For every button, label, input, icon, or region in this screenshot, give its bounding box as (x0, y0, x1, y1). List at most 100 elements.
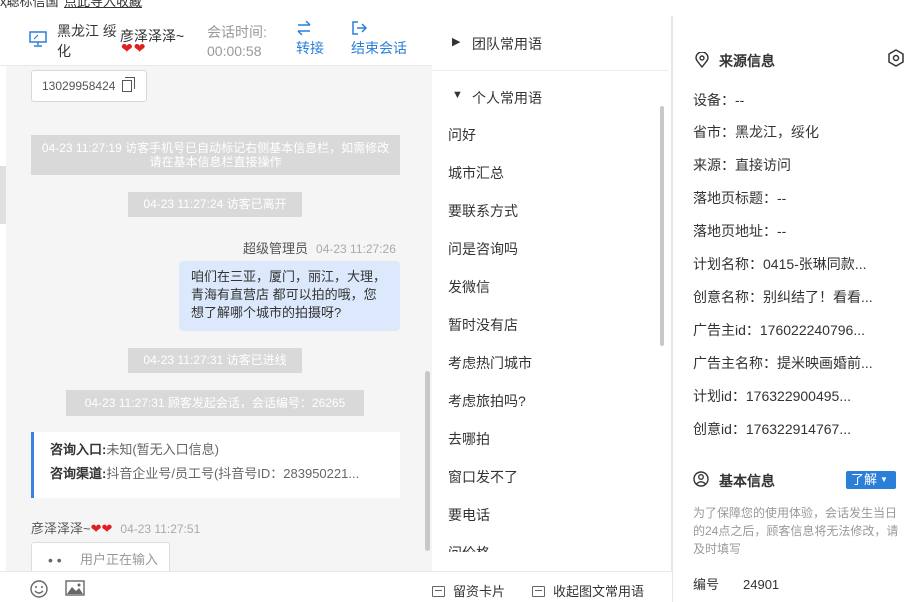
collapse-phrases-label: 收起图文常用语 (553, 584, 645, 599)
code-label: 编号 (693, 577, 720, 592)
message-list: 13029958424 04-23 11:27:19 访客手机号已自动标记右侧基… (0, 66, 432, 571)
agent-message-bubble: 咱们在三亚，厦门，丽江，大理，青海有直营店 都可以拍的哦，您想了解哪个城市的拍摄… (179, 261, 400, 331)
import-favorites-link[interactable]: 点此导入收藏 (64, 0, 142, 8)
phrase-item[interactable]: 窗口发不了 (448, 467, 518, 487)
phrase-item[interactable]: 要联系方式 (448, 201, 518, 221)
card-icon (432, 586, 445, 597)
system-message: 04-23 11:27:19 访客手机号已自动标记右侧基本信息栏，如需修改请在基… (31, 135, 400, 175)
consult-info-card: 咨询入口:未知(暂无入口信息) 咨询渠道:抖音企业号/员工号(抖音号ID：283… (31, 432, 400, 498)
settings-icon[interactable] (887, 49, 905, 67)
caret-down-icon: ▼ (880, 475, 888, 484)
source-info-title: 来源信息 (719, 53, 775, 69)
learn-more-label: 了解 (851, 472, 878, 487)
visitor-message-meta: 彦泽泽泽~❤❤ 04-23 11:27:51 (31, 518, 200, 537)
top-strip: ҳ聪标信国 点此导入收藏 (0, 0, 920, 8)
info-advertiser-name: 广告主名称：提米映画婚前... (693, 355, 873, 371)
info-advertiser-id: 广告主id：176022240796... (693, 322, 865, 338)
info-plan-name: 计划名称：0415-张琳同款... (693, 256, 867, 272)
phrase-item[interactable]: 去哪拍 (448, 429, 490, 449)
phrase-item[interactable]: 发微信 (448, 277, 490, 297)
info-province: 省市：黑龙江，绥化 (693, 124, 819, 140)
left-gutter-marker (0, 166, 6, 224)
info-creative-id: 创意id：176322914767... (693, 421, 851, 437)
end-session-label: 结束会话 (351, 40, 407, 56)
typing-text: 用户正在输入 (80, 552, 159, 567)
phrase-item[interactable]: 考虑热门城市 (448, 353, 532, 373)
lead-card-button[interactable]: 留资卡片 (432, 581, 505, 600)
caret-right-icon: ▶ (452, 36, 461, 48)
caret-down-icon: ▼ (452, 89, 463, 101)
code-value: 24901 (743, 577, 780, 592)
chat-panel: 黑龙江 绥化 彦泽泽泽~ ❤❤ 会话时间: 00:00:58 转接 结束会话 1… (0, 16, 432, 602)
copy-icon[interactable] (122, 77, 135, 92)
system-message: 04-23 11:27:31 顾客发起会话，会话编号：26265 (66, 390, 364, 416)
visitor-location: 黑龙江 绥化 (57, 23, 117, 59)
system-message: 04-23 11:27:31 访客已进线 (128, 348, 302, 373)
session-time-label: 会话时间: (207, 24, 267, 40)
phrase-clip: 问价格 (432, 543, 664, 552)
common-phrases-panel: ▶ 团队常用语 ▼ 个人常用语 问好 城市汇总 要联系方式 问是咨询吗 发微信 … (432, 16, 672, 602)
visitor-name: 彦泽泽泽~ (31, 521, 91, 536)
divider (432, 70, 668, 71)
chat-scrollbar-thumb[interactable] (425, 371, 430, 551)
phrase-item[interactable]: 考虑旅拍吗? (448, 391, 526, 411)
phrase-item[interactable]: 问好 (448, 125, 476, 145)
emoji-icon[interactable] (30, 580, 48, 598)
group-label: 团队常用语 (472, 36, 542, 52)
chat-header: 黑龙江 绥化 彦泽泽泽~ ❤❤ 会话时间: 00:00:58 转接 结束会话 (0, 16, 432, 66)
left-gutter (0, 66, 6, 571)
agent-name: 超级管理员 (243, 241, 309, 256)
chat-phrase-icon (532, 586, 545, 597)
agent-message-meta: 超级管理员 04-23 11:27:26 (243, 238, 396, 257)
info-landing-title: 落地页标题：-- (693, 190, 787, 206)
collapse-phrases-button[interactable]: 收起图文常用语 (532, 581, 644, 600)
top-strip-text: ҳ聪标信国 (0, 0, 59, 8)
phrase-item[interactable]: 问价格 (448, 543, 490, 552)
phone-number-chip[interactable]: 13029958424 (31, 70, 147, 102)
group-label: 个人常用语 (472, 90, 542, 106)
info-creative-name: 创意名称：别纠结了！看看... (693, 289, 873, 305)
phone-number: 13029958424 (42, 79, 116, 93)
phrase-item[interactable]: 城市汇总 (448, 163, 504, 183)
heart-icon: ❤❤ (90, 521, 113, 536)
phrase-item[interactable]: 要电话 (448, 505, 490, 525)
info-device: 设备：-- (693, 92, 745, 108)
info-landing-url: 落地页地址：-- (693, 223, 787, 239)
phrase-item[interactable]: 暂时没有店 (448, 315, 518, 335)
lead-card-label: 留资卡片 (453, 584, 506, 599)
image-icon[interactable] (65, 580, 85, 596)
consult-channel-value: 抖音企业号/员工号(抖音号ID：283950221... (106, 466, 360, 481)
session-time-value: 00:00:58 (207, 43, 262, 59)
group-personal-phrases[interactable]: ▼ 个人常用语 (432, 86, 664, 106)
chat-scrollbar[interactable] (423, 66, 432, 571)
typing-indicator: • • 用户正在输入 (31, 542, 170, 571)
basic-info-title: 基本信息 (719, 473, 775, 489)
agent-message-time: 04-23 11:27:26 (316, 242, 396, 256)
transfer-icon (297, 20, 311, 36)
monitor-icon (29, 31, 47, 47)
end-session-button[interactable]: 结束会话 (351, 20, 407, 58)
transfer-label: 转接 (296, 40, 324, 56)
consult-channel-label: 咨询渠道: (50, 466, 107, 481)
visitor-message-time: 04-23 11:27:51 (120, 522, 201, 536)
info-code: 编号 24901 (693, 574, 779, 593)
exit-icon (352, 21, 368, 35)
heart-icon: ❤❤ (121, 40, 147, 56)
consult-channel-row: 咨询渠道:抖音企业号/员工号(抖音号ID：283950221... (50, 462, 384, 486)
learn-more-button[interactable]: 了解 ▼ (846, 471, 896, 489)
phrases-footer: 留资卡片 收起图文常用语 (432, 571, 672, 602)
phrase-item[interactable]: 问是咨询吗 (448, 239, 518, 259)
edit-notice: 为了保障您的使用体验，会话发生当日的24点之后，顾客信息将无法修改，请及时填写 (693, 506, 899, 556)
user-icon (693, 471, 709, 487)
info-plan-id: 计划id：176322900495... (693, 388, 851, 404)
transfer-button[interactable]: 转接 (296, 20, 324, 58)
location-pin-icon (695, 52, 709, 68)
typing-dots-icon: • • (48, 552, 62, 568)
input-toolbar (0, 571, 432, 602)
consult-entry-value: 未知(暂无入口信息) (106, 442, 220, 457)
group-team-phrases[interactable]: ▶ 团队常用语 (432, 32, 664, 52)
consult-entry-label: 咨询入口: (50, 442, 107, 457)
info-source: 来源：直接访问 (693, 157, 791, 173)
phrases-scrollbar[interactable] (660, 106, 664, 346)
consult-entry-row: 咨询入口:未知(暂无入口信息) (50, 438, 384, 462)
